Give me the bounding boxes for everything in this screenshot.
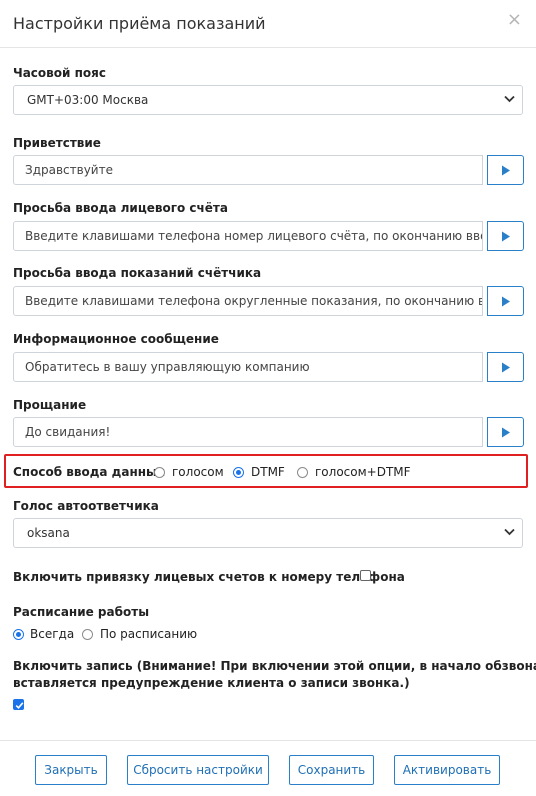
input-method-label: Способ ввода данных bbox=[13, 465, 165, 479]
farewell-label: Прощание bbox=[13, 398, 87, 412]
info-message-label: Информационное сообщение bbox=[13, 332, 219, 346]
phone-binding-checkbox[interactable] bbox=[360, 570, 371, 581]
schedule-custom-radio[interactable] bbox=[82, 629, 93, 640]
settings-modal: Настройки приёма показаний × Часовой поя… bbox=[0, 0, 536, 796]
recording-label-line1: Включить запись (Внимание! При включении… bbox=[13, 659, 536, 673]
input-method-dtmf-radio[interactable] bbox=[233, 467, 244, 478]
save-button[interactable]: Сохранить bbox=[289, 755, 374, 785]
meter-prompt-play-button[interactable] bbox=[487, 286, 524, 316]
schedule-label: Расписание работы bbox=[13, 605, 150, 619]
phone-binding-label: Включить привязку лицевых счетов к номер… bbox=[13, 570, 405, 584]
activate-button[interactable]: Активировать bbox=[394, 755, 500, 785]
close-icon[interactable]: × bbox=[507, 11, 522, 29]
recording-checkbox[interactable] bbox=[13, 699, 24, 710]
input-method-voice-dtmf-radio[interactable] bbox=[297, 467, 308, 478]
play-icon bbox=[502, 231, 510, 242]
schedule-always-label[interactable]: Всегда bbox=[30, 627, 74, 641]
modal-header: Настройки приёма показаний × bbox=[0, 0, 536, 48]
voice-select[interactable]: oksana bbox=[13, 518, 523, 548]
recording-label-line2: вставляется предупреждение клиента о зап… bbox=[13, 676, 410, 690]
reset-settings-button[interactable]: Сбросить настройки bbox=[127, 755, 269, 785]
timezone-select[interactable]: GMT+03:00 Москва bbox=[13, 85, 523, 115]
greeting-play-button[interactable] bbox=[487, 155, 524, 185]
input-method-dtmf-label[interactable]: DTMF bbox=[251, 465, 285, 479]
input-method-voice-dtmf-label[interactable]: голосом+DTMF bbox=[315, 465, 411, 479]
farewell-input[interactable]: До свидания! bbox=[13, 417, 483, 447]
account-prompt-play-button[interactable] bbox=[487, 221, 524, 251]
voice-label: Голос автоответчика bbox=[13, 499, 159, 513]
schedule-custom-label[interactable]: По расписанию bbox=[100, 627, 197, 641]
chevron-down-icon bbox=[504, 528, 515, 536]
play-icon bbox=[502, 427, 510, 438]
modal-title: Настройки приёма показаний bbox=[13, 14, 266, 33]
meter-prompt-label: Просьба ввода показаний счётчика bbox=[13, 266, 262, 280]
greeting-label: Приветствие bbox=[13, 136, 101, 150]
schedule-always-radio[interactable] bbox=[13, 629, 24, 640]
greeting-input[interactable]: Здравствуйте bbox=[13, 155, 483, 185]
account-prompt-label: Просьба ввода лицевого счёта bbox=[13, 201, 228, 215]
input-method-voice-label[interactable]: голосом bbox=[172, 465, 224, 479]
account-prompt-input[interactable]: Введите клавишами телефона номер лицевог… bbox=[13, 221, 483, 251]
checkmark-icon bbox=[15, 702, 24, 709]
play-icon bbox=[502, 362, 510, 373]
close-button[interactable]: Закрыть bbox=[35, 755, 107, 785]
timezone-value: GMT+03:00 Москва bbox=[27, 93, 149, 107]
play-icon bbox=[502, 296, 510, 307]
timezone-label: Часовой пояс bbox=[13, 66, 106, 80]
play-icon bbox=[502, 165, 510, 176]
meter-prompt-input[interactable]: Введите клавишами телефона округленные п… bbox=[13, 286, 483, 316]
farewell-play-button[interactable] bbox=[487, 417, 524, 447]
voice-value: oksana bbox=[27, 526, 70, 540]
input-method-voice-radio[interactable] bbox=[154, 467, 165, 478]
info-message-input[interactable]: Обратитесь в вашу управляющую компанию bbox=[13, 352, 483, 382]
info-message-play-button[interactable] bbox=[487, 352, 524, 382]
chevron-down-icon bbox=[504, 95, 515, 103]
